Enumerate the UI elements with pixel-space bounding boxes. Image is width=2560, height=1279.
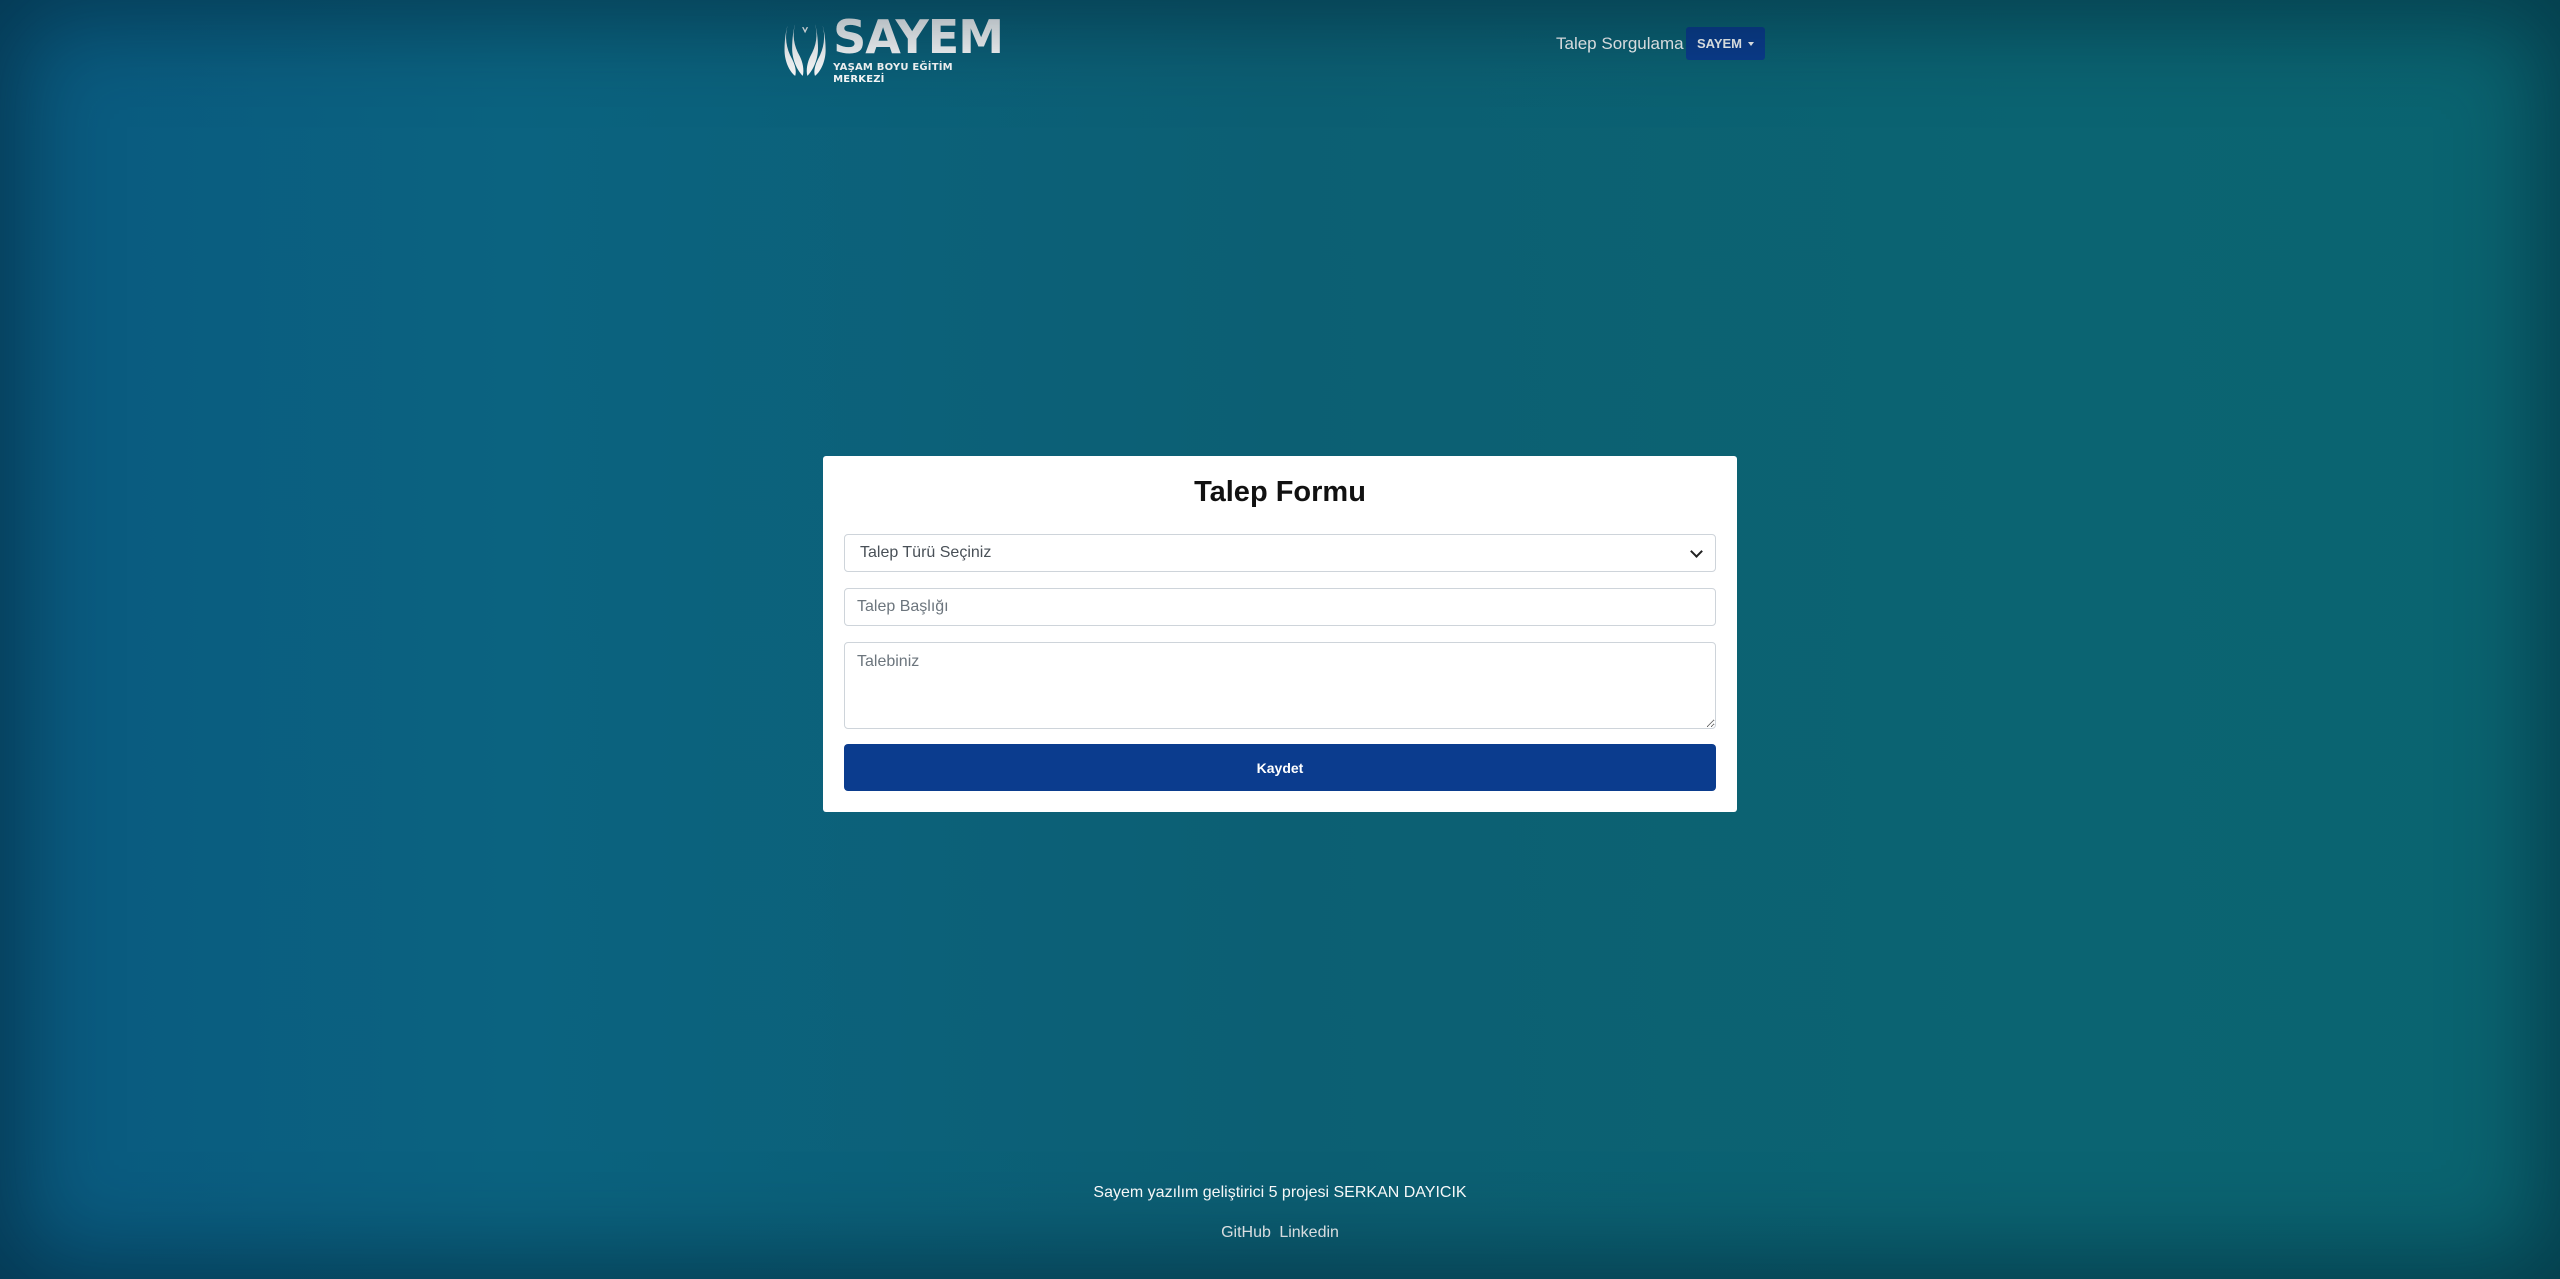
request-type-select[interactable]: Talep Türü Seçiniz [844, 534, 1716, 572]
request-title-input[interactable] [844, 588, 1716, 626]
save-button[interactable]: Kaydet [844, 744, 1716, 791]
request-body-textarea[interactable] [844, 642, 1716, 729]
footer-credit: Sayem yazılım geliştirici 5 projesi SERK… [1093, 1184, 1467, 1201]
github-link[interactable]: GitHub [1221, 1224, 1271, 1241]
linkedin-link[interactable]: Linkedin [1279, 1224, 1339, 1241]
chevron-down-icon [1690, 544, 1703, 558]
logo-tagline: YAŞAM BOYU EĞİTİM MERKEZİ [833, 62, 953, 85]
logo[interactable]: SAYEM YAŞAM BOYU EĞİTİM MERKEZİ [783, 10, 1004, 86]
request-type-selected-value: Talep Türü Seçiniz [860, 544, 992, 561]
footer-links: GitHub Linkedin [0, 1224, 2560, 1242]
request-form-card: Talep Formu Talep Türü Seçiniz Kaydet [823, 456, 1737, 812]
page: SAYEM YAŞAM BOYU EĞİTİM MERKEZİ Talep So… [0, 0, 2560, 1279]
logo-text: SAYEM YAŞAM BOYU EĞİTİM MERKEZİ [833, 10, 1004, 86]
form-title: Talep Formu [1194, 476, 1366, 508]
sayem-dropdown-button[interactable]: SAYEM [1686, 27, 1765, 60]
caret-down-icon [1748, 42, 1755, 46]
dropdown-label: SAYEM [1696, 36, 1743, 51]
sayem-logo-icon [784, 24, 826, 76]
nav-link-talep-sorgulama[interactable]: Talep Sorgulama [1556, 34, 1684, 54]
logo-name: SAYEM [833, 10, 1004, 64]
